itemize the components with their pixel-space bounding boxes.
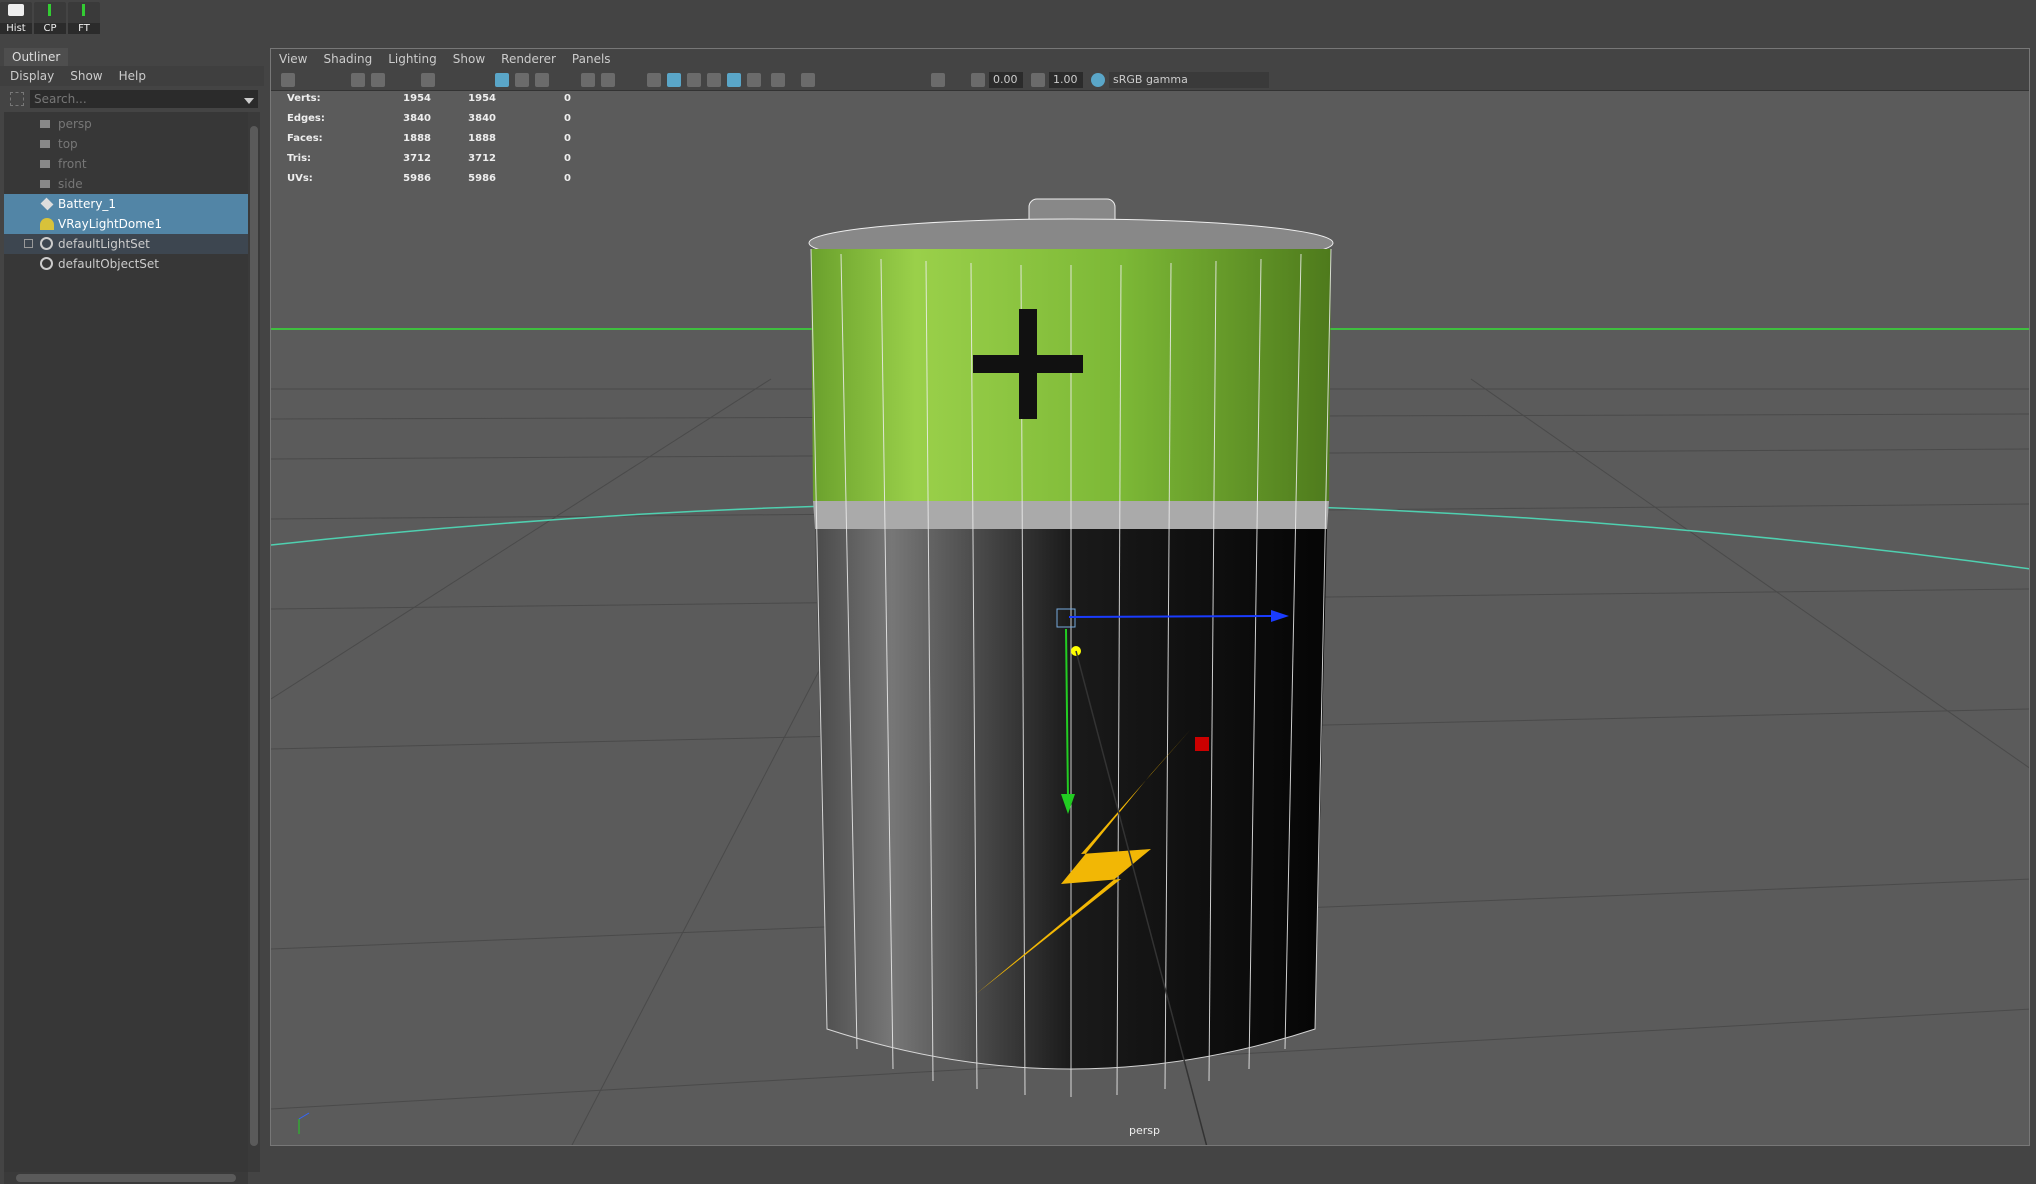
outliner-panel: Outliner Display Show Help Search... per… (0, 46, 264, 1184)
exposure-field[interactable]: 0.00 (989, 72, 1023, 88)
viewport-panel[interactable]: View Shading Lighting Show Renderer Pane… (270, 48, 2030, 1146)
menu-renderer[interactable]: Renderer (501, 49, 556, 69)
camera-icon (40, 180, 50, 188)
outliner-item-side[interactable]: side (4, 174, 248, 194)
outliner-item-front[interactable]: front (4, 154, 248, 174)
camera-icon (40, 160, 50, 168)
ft-button[interactable]: FT (68, 2, 100, 34)
mesh-icon (40, 197, 54, 211)
xray-icon[interactable] (931, 73, 945, 87)
viewport-menubar: View Shading Lighting Show Renderer Pane… (271, 49, 2029, 69)
textured-icon[interactable] (727, 73, 741, 87)
hist-button[interactable]: Hist (0, 2, 32, 34)
outliner-item-persp[interactable]: persp (4, 114, 248, 134)
grease-pencil-icon[interactable] (421, 73, 435, 87)
camera-name-label: persp (1129, 1124, 1160, 1137)
shelf: Hist CP FT (0, 0, 2036, 44)
axis-indicator (298, 1112, 310, 1134)
scene-3d-view[interactable] (271, 49, 2030, 1146)
grid-icon[interactable] (495, 73, 509, 87)
isolate-select-icon[interactable] (801, 73, 815, 87)
exposure-icon[interactable] (971, 73, 985, 87)
wireframe-icon[interactable] (647, 73, 661, 87)
shadows-icon[interactable] (771, 73, 785, 87)
search-dropdown-icon[interactable] (244, 98, 254, 104)
stats-row: Edges: 3840 3840 0 (287, 113, 571, 124)
stats-row: UVs: 5986 5986 0 (287, 173, 571, 184)
viewport-toolbar: 0.00 1.00 sRGB gamma (271, 69, 2029, 91)
outliner-item-vraylightdome[interactable]: VRayLightDome1 (4, 214, 248, 234)
camera-icon (40, 120, 50, 128)
expand-icon[interactable] (24, 239, 33, 248)
filter-icon[interactable] (10, 92, 24, 106)
camera-icon (40, 140, 50, 148)
safe-action-icon[interactable] (581, 73, 595, 87)
stats-row: Faces: 1888 1888 0 (287, 133, 571, 144)
poly-count-hud: Verts: 1954 1954 0 Edges: 3840 3840 0 Faces: 18… (287, 93, 571, 193)
resolution-gate-icon[interactable] (535, 73, 549, 87)
dome-light-icon (40, 218, 54, 230)
menu-display[interactable]: Display (10, 66, 54, 86)
outliner-horizontal-scrollbar[interactable] (4, 1172, 248, 1184)
color-space-dropdown[interactable]: sRGB gamma (1109, 72, 1269, 88)
cp-button[interactable]: CP (34, 2, 66, 34)
menu-lighting[interactable]: Lighting (388, 49, 437, 69)
menu-view[interactable]: View (279, 49, 307, 69)
search-input[interactable]: Search... (30, 90, 258, 108)
outliner-tab[interactable]: Outliner (4, 48, 69, 66)
smooth-shade-icon[interactable] (667, 73, 681, 87)
lights-icon[interactable] (747, 73, 761, 87)
camera-attr-icon[interactable] (351, 73, 365, 87)
menu-shading[interactable]: Shading (323, 49, 372, 69)
axis-icon (48, 4, 51, 16)
gamma-field[interactable]: 1.00 (1049, 72, 1083, 88)
outliner-menubar: Display Show Help (0, 66, 264, 86)
outliner-item-top[interactable]: top (4, 134, 248, 154)
film-gate-icon[interactable] (515, 73, 529, 87)
menu-show[interactable]: Show (453, 49, 485, 69)
camera-select-icon[interactable] (281, 73, 295, 87)
battery-model[interactable] (808, 198, 1334, 1097)
outliner-item-battery[interactable]: Battery_1 (4, 194, 248, 214)
history-pencil-icon (8, 4, 24, 16)
stats-row: Verts: 1954 1954 0 (287, 93, 571, 104)
set-icon (40, 257, 53, 270)
axis-icon (82, 4, 85, 16)
menu-help[interactable]: Help (119, 66, 146, 86)
safe-title-icon[interactable] (601, 73, 615, 87)
set-icon (40, 237, 53, 250)
gamma-icon[interactable] (1031, 73, 1045, 87)
outliner-item-defaultobjectset[interactable]: defaultObjectSet (4, 254, 248, 274)
default-material-icon[interactable] (687, 73, 701, 87)
outliner-item-defaultlightset[interactable]: defaultLightSet (4, 234, 248, 254)
color-management-icon[interactable] (1091, 73, 1105, 87)
stats-row: Tris: 3712 3712 0 (287, 153, 571, 164)
bookmark-icon[interactable] (371, 73, 385, 87)
outliner-list: persp top front side Battery_1 VRayLight… (4, 112, 248, 1172)
outliner-vertical-scrollbar[interactable] (248, 112, 260, 1172)
menu-panels[interactable]: Panels (572, 49, 611, 69)
wireframe-on-shaded-icon[interactable] (707, 73, 721, 87)
menu-show[interactable]: Show (70, 66, 102, 86)
